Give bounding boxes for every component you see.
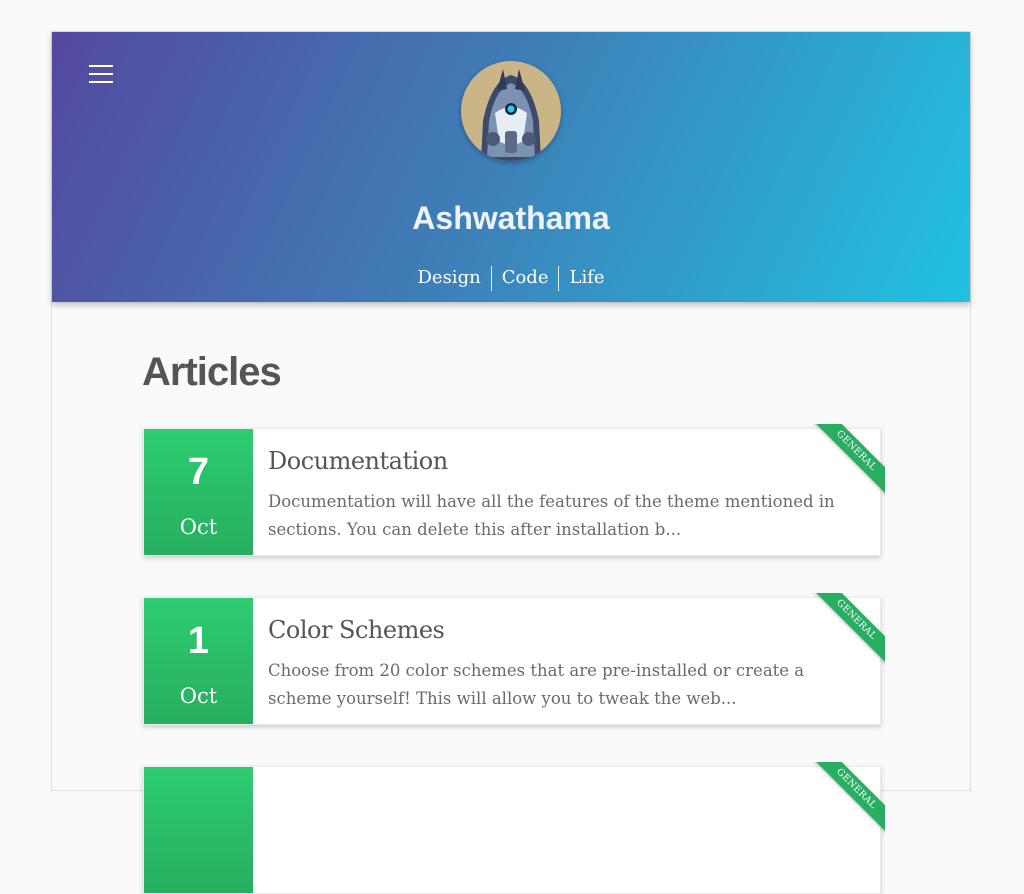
page-title: Articles xyxy=(142,350,282,394)
category-ribbon-label[interactable]: GENERAL xyxy=(810,593,885,666)
nav-link-code[interactable]: Code xyxy=(490,266,559,291)
category-nav: Design Code Life xyxy=(52,266,970,291)
date-month: Oct xyxy=(179,684,218,708)
category-ribbon: GENERAL xyxy=(809,424,885,500)
article-card[interactable]: GENERAL xyxy=(143,762,885,894)
hamburger-menu-icon[interactable] xyxy=(89,65,113,83)
category-ribbon-label[interactable]: GENERAL xyxy=(810,762,885,835)
date-badge: 7 Oct xyxy=(144,429,253,555)
date-day: 7 xyxy=(187,451,210,493)
article-excerpt: Documentation will have all the features… xyxy=(268,492,835,539)
article-title[interactable]: Color Schemes xyxy=(268,616,445,644)
date-month: Oct xyxy=(179,515,218,539)
avatar[interactable] xyxy=(461,61,561,161)
category-ribbon: GENERAL xyxy=(809,593,885,669)
nav-link-life[interactable]: Life xyxy=(558,266,614,291)
article-card[interactable]: 1 Oct Color Schemes Choose from 20 color… xyxy=(143,593,885,725)
date-badge: 1 Oct xyxy=(144,598,253,724)
category-ribbon-label[interactable]: GENERAL xyxy=(810,424,885,497)
date-badge xyxy=(144,767,253,893)
nav-link-design[interactable]: Design xyxy=(407,266,490,291)
article-title[interactable]: Documentation xyxy=(268,447,448,475)
robot-helmet-avatar-icon xyxy=(461,61,561,161)
category-ribbon: GENERAL xyxy=(809,762,885,838)
site-header: Ashwathama Design Code Life xyxy=(52,32,970,302)
date-day: 1 xyxy=(187,620,210,662)
article-card[interactable]: 7 Oct Documentation Documentation will h… xyxy=(143,424,885,556)
article-excerpt: Choose from 20 color schemes that are pr… xyxy=(268,661,805,708)
site-title[interactable]: Ashwathama xyxy=(52,200,970,237)
page-frame: Ashwathama Design Code Life Articles 7 O… xyxy=(51,31,971,894)
